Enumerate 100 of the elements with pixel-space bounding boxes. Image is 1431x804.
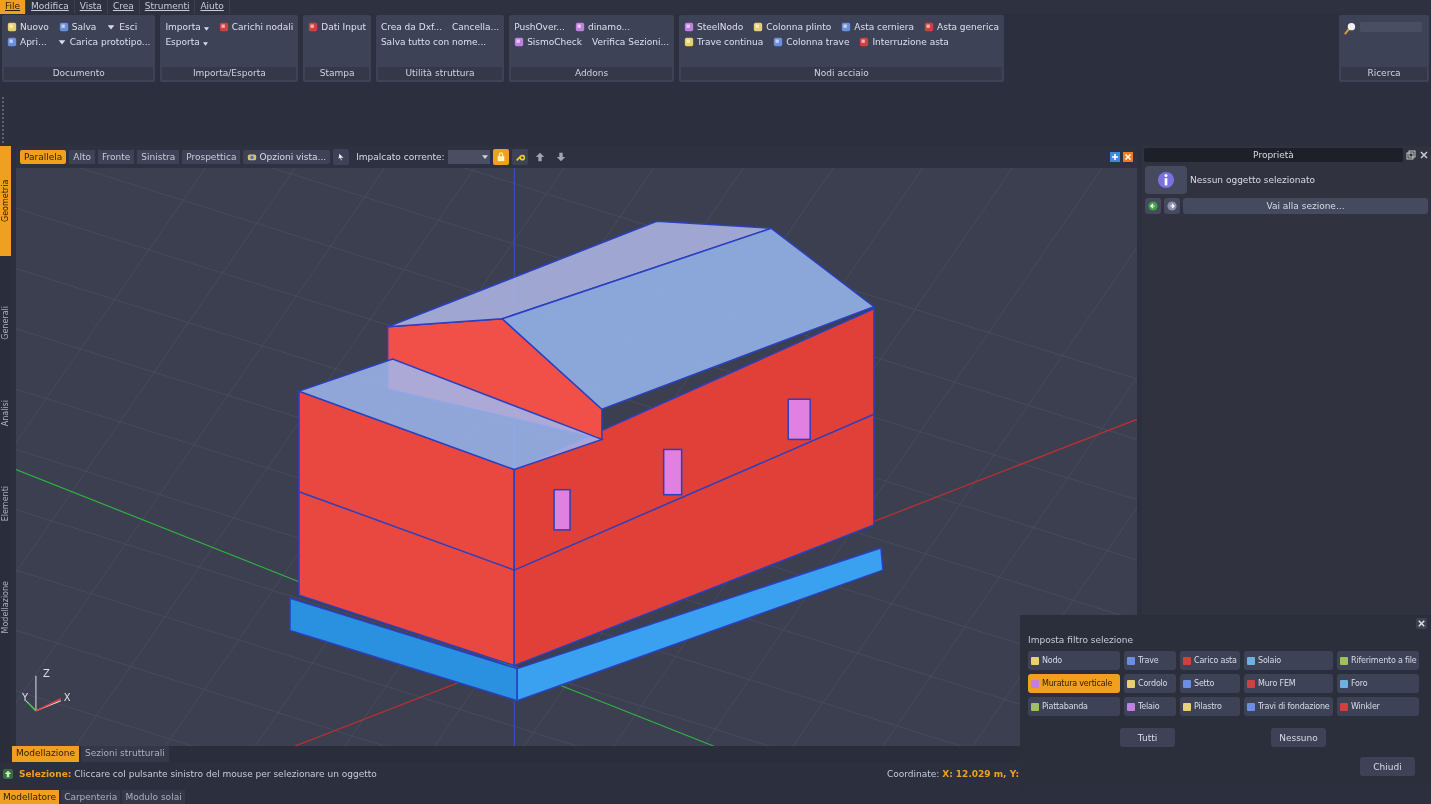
tool-icon bbox=[7, 37, 17, 47]
back-button[interactable] bbox=[1145, 198, 1161, 214]
floor-label: Impalcato corrente: bbox=[356, 152, 445, 162]
group-title: Nodi acciaio bbox=[681, 67, 1002, 80]
arrow-up-icon bbox=[3, 769, 13, 779]
view-tab[interactable]: Prospettica bbox=[182, 150, 241, 164]
ribbon-button[interactable]: Interruzione asta bbox=[859, 37, 949, 47]
floor-dropdown[interactable] bbox=[447, 150, 490, 164]
menu-item[interactable]: Vista bbox=[74, 0, 108, 14]
menu-item[interactable]: Aiuto bbox=[195, 0, 230, 14]
ribbon-button[interactable]: Carica prototipo... bbox=[56, 37, 151, 47]
ribbon-button[interactable]: Trave continua bbox=[684, 37, 764, 47]
lock-button[interactable] bbox=[492, 149, 509, 165]
caret-icon bbox=[56, 37, 67, 47]
view-options-button[interactable]: Opzioni vista... bbox=[243, 150, 331, 164]
tool-icon bbox=[514, 37, 525, 47]
element-icon bbox=[1126, 655, 1136, 666]
menu-item[interactable]: File bbox=[0, 0, 27, 14]
pointer-button[interactable] bbox=[333, 149, 350, 165]
side-tab[interactable]: Geometria bbox=[0, 146, 11, 256]
filter-toggle[interactable]: Foro bbox=[1337, 674, 1419, 693]
element-icon bbox=[1182, 655, 1192, 666]
element-icon bbox=[1339, 655, 1349, 666]
tool-icon bbox=[859, 37, 870, 47]
filter-toggle[interactable]: Travi di fondazione bbox=[1244, 697, 1333, 716]
module-tab[interactable]: Carpenteria bbox=[61, 790, 121, 804]
filter-toggle[interactable]: Pilastro bbox=[1180, 697, 1240, 716]
close-icon[interactable] bbox=[1419, 150, 1429, 160]
view-tab[interactable]: Parallela bbox=[20, 150, 67, 164]
float-icon[interactable] bbox=[1406, 150, 1416, 160]
section-dropdown[interactable]: Vai alla sezione... bbox=[1183, 198, 1428, 214]
tool-icon bbox=[58, 22, 69, 32]
filter-toggle[interactable]: Trave bbox=[1124, 651, 1176, 670]
filter-toggle[interactable]: Muratura verticale bbox=[1028, 674, 1120, 693]
close-icon[interactable] bbox=[1416, 618, 1427, 629]
ribbon-button[interactable]: Colonna plinto bbox=[753, 22, 832, 32]
forward-button[interactable] bbox=[1164, 198, 1180, 214]
ribbon-button[interactable]: Asta generica bbox=[924, 22, 999, 32]
module-tab[interactable]: Modulo solai bbox=[122, 790, 185, 804]
ribbon-button[interactable]: Dati Input bbox=[308, 22, 366, 32]
ribbon-button[interactable]: Apri... bbox=[7, 37, 47, 47]
close-button[interactable]: Chiudi bbox=[1360, 757, 1415, 776]
arrow-up-icon[interactable] bbox=[534, 152, 545, 162]
element-icon bbox=[1339, 701, 1349, 712]
wrench-button[interactable] bbox=[511, 149, 528, 165]
add-icon[interactable] bbox=[1110, 152, 1120, 162]
padlock-icon bbox=[495, 152, 506, 162]
ribbon-button[interactable]: Colonna trave bbox=[773, 37, 850, 47]
ribbon-button[interactable]: Esporta bbox=[165, 37, 208, 47]
view-mode-tab[interactable]: Sezioni strutturali bbox=[81, 746, 169, 762]
ribbon-button[interactable]: Esci bbox=[106, 22, 138, 32]
element-icon bbox=[1126, 701, 1136, 712]
ribbon-button[interactable]: Carichi nodali bbox=[218, 22, 294, 32]
module-tab[interactable]: Modellatore bbox=[0, 790, 60, 804]
toolbar-grip-icon[interactable] bbox=[1, 94, 5, 144]
filter-toggle[interactable]: Winkler bbox=[1337, 697, 1419, 716]
ribbon-button[interactable]: SteelNodo bbox=[684, 22, 744, 32]
tool-icon bbox=[841, 22, 852, 32]
tool-icon bbox=[218, 22, 229, 32]
ribbon-button[interactable]: Nuovo bbox=[7, 22, 49, 32]
filter-toggle[interactable]: Nodo bbox=[1028, 651, 1120, 670]
ribbon-button[interactable]: Importa bbox=[165, 22, 209, 32]
menu-item[interactable]: Strumenti bbox=[139, 0, 196, 14]
ribbon-button[interactable]: PushOver... bbox=[514, 22, 565, 32]
view-mode-tab[interactable]: Modellazione bbox=[12, 746, 79, 762]
filter-toggle[interactable]: Cordolo bbox=[1124, 674, 1176, 693]
panel-title: Proprietà bbox=[1144, 148, 1403, 162]
caret-icon bbox=[106, 22, 117, 32]
view-tab[interactable]: Fronte bbox=[98, 150, 135, 164]
ribbon-button[interactable]: Crea da Dxf... bbox=[380, 22, 443, 32]
element-icon bbox=[1030, 701, 1040, 712]
ribbon-button[interactable]: Salva bbox=[58, 22, 97, 32]
filter-toggle[interactable]: Solaio bbox=[1244, 651, 1333, 670]
filter-toggle[interactable]: Setto bbox=[1180, 674, 1240, 693]
element-icon bbox=[1246, 701, 1256, 712]
arrow-down-icon[interactable] bbox=[555, 152, 566, 162]
side-tab[interactable]: Modellazione bbox=[0, 571, 11, 644]
side-tab[interactable]: Generali bbox=[0, 296, 11, 350]
side-tab[interactable]: Elementi bbox=[0, 476, 11, 532]
filter-toggle[interactable]: Riferimento a file bbox=[1337, 651, 1419, 670]
select-all-button[interactable]: Tutti bbox=[1120, 728, 1175, 747]
filter-toggle[interactable]: Piattabanda bbox=[1028, 697, 1120, 716]
menu-item[interactable]: Modifica bbox=[26, 0, 75, 14]
ribbon-button[interactable]: Salva tutto con nome... bbox=[380, 37, 487, 47]
filter-toggle[interactable]: Muro FEM bbox=[1244, 674, 1333, 693]
ribbon-button[interactable]: Asta cerniera bbox=[841, 22, 915, 32]
select-none-button[interactable]: Nessuno bbox=[1271, 728, 1326, 747]
side-tab[interactable]: Analisi bbox=[0, 389, 11, 437]
filter-toggle[interactable]: Carico asta bbox=[1180, 651, 1240, 670]
tool-icon bbox=[7, 22, 17, 32]
ribbon-button[interactable]: Cancella... bbox=[452, 22, 500, 32]
menu-item[interactable]: Crea bbox=[107, 0, 140, 14]
element-icon bbox=[1126, 678, 1136, 689]
element-icon bbox=[1246, 655, 1256, 666]
ribbon-button[interactable]: Verifica Sezioni... bbox=[592, 37, 669, 47]
filter-toggle[interactable]: Telaio bbox=[1124, 697, 1176, 716]
ribbon-button[interactable]: SismoCheck bbox=[514, 37, 583, 47]
view-tab[interactable]: Alto bbox=[69, 150, 95, 164]
view-tab[interactable]: Sinistra bbox=[137, 150, 180, 164]
ribbon-button[interactable]: dinamo... bbox=[574, 22, 631, 32]
